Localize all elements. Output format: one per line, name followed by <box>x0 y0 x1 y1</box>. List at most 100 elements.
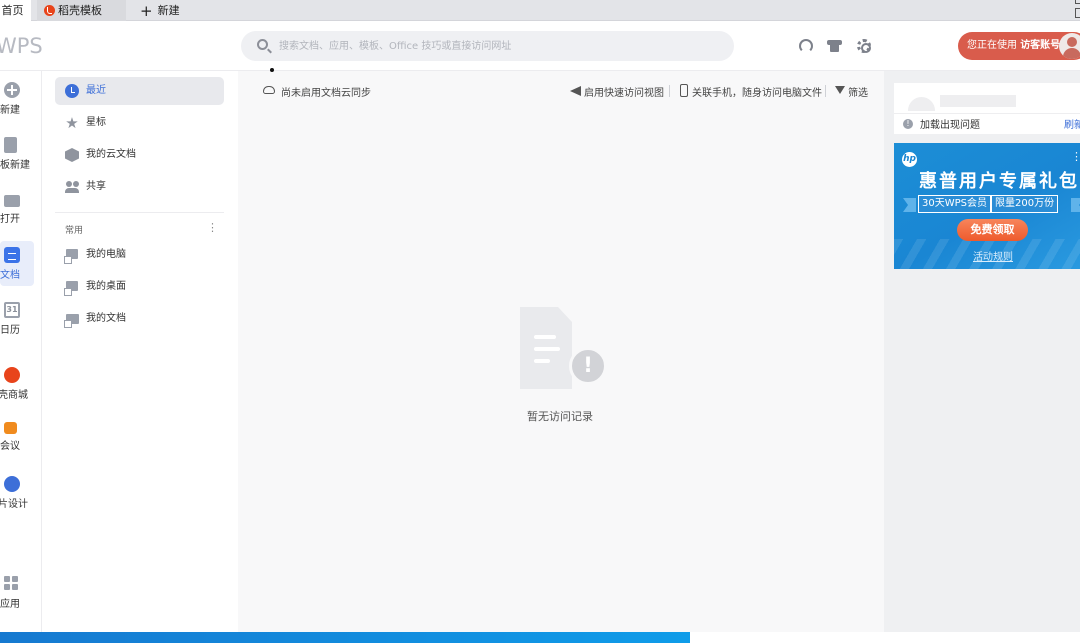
hp-promo-banner[interactable]: hp ⋮ 惠普用户专属礼包 30天WPS会员 限量200万份 免费领取 活动规则 <box>894 143 1080 269</box>
send-icon <box>570 86 581 96</box>
header-bar: WPS 您正在使用 访客账号 <box>0 21 1080 71</box>
ribbon-tail-right <box>1071 198 1080 212</box>
shop-icon <box>4 367 20 383</box>
phone-icon <box>680 84 688 97</box>
rail-item-meeting[interactable]: 会议 <box>0 422 36 452</box>
toolbar-separator <box>669 85 670 97</box>
rail-item-new[interactable]: 新建 <box>0 82 36 116</box>
search-input[interactable] <box>279 37 719 55</box>
daoke-icon <box>44 4 55 16</box>
empty-state-text: 暂无访问记录 <box>527 410 593 423</box>
calendar-icon: 31 <box>4 302 20 318</box>
rail-label: 图片设计 <box>0 499 28 510</box>
meeting-icon <box>4 422 17 434</box>
search-box[interactable] <box>241 31 734 61</box>
nav-item-label: 我的云文档 <box>86 149 136 160</box>
tab-daoke-templates[interactable]: 稻壳模板 <box>37 0 126 21</box>
ad-ribbon-left: 30天WPS会员 <box>919 196 990 212</box>
tab-daoke-label: 稻壳模板 <box>58 4 102 17</box>
people-icon <box>65 180 79 194</box>
more-options-icon[interactable]: ⋮ <box>207 221 218 234</box>
minimize-icon[interactable] <box>1075 0 1080 4</box>
design-icon <box>4 476 20 492</box>
tab-strip: 首页 稻壳模板 + 新建 <box>0 0 1080 21</box>
rail-item-open[interactable]: 打开 <box>0 192 36 225</box>
cloud-icon <box>263 86 275 94</box>
nav-divider <box>55 212 224 213</box>
rail-label: 日历 <box>0 325 20 336</box>
ad-ribbon-right: 限量200万份 <box>992 196 1058 212</box>
cloud-box-icon <box>65 148 79 162</box>
avatar[interactable] <box>1059 33 1080 59</box>
main-content: 尚未启用文档云同步 启用快速访问视图 关联手机，随身访问电脑文件 筛选 ! 暂无… <box>238 68 884 632</box>
rail-label: 打开 <box>0 214 20 225</box>
rail-item-documents[interactable]: 文档 <box>0 247 36 281</box>
nav-item-my-documents[interactable]: 我的文档 <box>55 305 224 333</box>
new-tab-button[interactable]: + 新建 <box>138 0 198 21</box>
rail-item-template-new[interactable]: 模板新建 <box>0 137 36 171</box>
nav-item-label: 我的文档 <box>86 313 126 324</box>
plus-icon: + <box>140 1 153 20</box>
nav-item-shared[interactable]: 共享 <box>55 173 224 201</box>
clock-icon <box>65 84 79 98</box>
filter-icon <box>835 86 845 94</box>
skeleton-avatar <box>908 97 935 111</box>
ad-more-icon[interactable]: ⋮ <box>1071 150 1080 163</box>
link-phone-button[interactable]: 关联手机，随身访问电脑文件 <box>692 84 822 99</box>
ribbon-tail-left <box>903 198 916 212</box>
skeleton-line <box>940 95 1016 107</box>
load-error-message: 加载出现问题 <box>920 120 980 131</box>
news-card: ! 加载出现问题 刷新 <box>894 83 1080 134</box>
rail-item-picture-design[interactable]: 图片设计 <box>0 476 36 510</box>
tab-home[interactable]: 首页 <box>0 0 31 21</box>
rail-label: 会议 <box>0 441 20 452</box>
navigation-panel: 最近 ★ 星标 我的云文档 共享 常用 ⋮ 我的电脑 我的桌面 我的文档 <box>42 71 238 632</box>
rail-label: 新建 <box>0 105 20 116</box>
nav-item-label: 我的电脑 <box>86 249 126 260</box>
rail-item-daoke-shop[interactable]: 稻壳商城 <box>0 367 36 401</box>
headset-icon[interactable] <box>799 39 813 53</box>
nav-item-label: 最近 <box>86 85 106 96</box>
nav-item-label: 星标 <box>86 117 106 128</box>
rail-item-calendar[interactable]: 31 日历 <box>0 302 36 336</box>
star-icon: ★ <box>65 114 79 132</box>
nav-item-recent[interactable]: 最近 <box>55 77 224 105</box>
restore-icon[interactable] <box>1075 8 1080 18</box>
cursor-dot <box>270 68 274 72</box>
nav-item-my-computer[interactable]: 我的电脑 <box>55 241 224 269</box>
search-icon <box>257 39 268 50</box>
empty-document-icon: ! <box>520 307 607 389</box>
nav-item-label: 我的桌面 <box>86 281 126 292</box>
activity-rules-link[interactable]: 活动规则 <box>973 248 1013 263</box>
folder-icon <box>4 195 20 207</box>
ad-ribbon: 30天WPS会员 限量200万份 <box>918 195 1059 213</box>
taskbar-strip <box>0 632 690 643</box>
nav-item-my-desktop[interactable]: 我的桌面 <box>55 273 224 301</box>
nav-item-starred[interactable]: ★ 星标 <box>55 109 224 137</box>
cloud-sync-status[interactable]: 尚未启用文档云同步 <box>281 84 371 99</box>
refresh-link[interactable]: 刷新 <box>1064 116 1080 131</box>
shirt-icon[interactable] <box>827 39 842 53</box>
right-panel: ! 加载出现问题 刷新 hp ⋮ 惠普用户专属礼包 30天WPS会员 限量200… <box>884 71 1080 632</box>
claim-free-button[interactable]: 免费领取 <box>957 219 1028 241</box>
quick-access-view-button[interactable]: 启用快速访问视图 <box>584 84 664 99</box>
rail-item-apps[interactable]: 应用 <box>0 576 36 610</box>
wps-window: 首页 稻壳模板 + 新建 WPS 您正在使用 访客账号 新建 <box>0 0 1080 643</box>
nav-item-cloud-docs[interactable]: 我的云文档 <box>55 141 224 169</box>
info-icon: ! <box>903 119 913 129</box>
documents-folder-icon <box>64 312 79 328</box>
filter-button[interactable]: 筛选 <box>848 84 868 99</box>
hp-logo-icon: hp <box>902 152 917 167</box>
bottom-strip <box>690 632 1080 643</box>
gear-icon[interactable] <box>857 39 871 53</box>
rail-label: 模板新建 <box>0 160 30 171</box>
card-divider <box>894 113 1080 114</box>
account-button[interactable]: 您正在使用 访客账号 <box>958 32 1080 60</box>
nav-item-label: 共享 <box>86 181 106 192</box>
tab-home-label: 首页 <box>1 4 24 17</box>
plus-circle-icon <box>4 82 20 98</box>
wps-logo: WPS <box>0 34 43 58</box>
ad-title: 惠普用户专属礼包 <box>919 171 1079 192</box>
rail-label: 稻壳商城 <box>0 390 28 401</box>
left-rail: 新建 模板新建 打开 文档 31 日历 稻壳商城 会议 图片设计 <box>0 71 42 632</box>
